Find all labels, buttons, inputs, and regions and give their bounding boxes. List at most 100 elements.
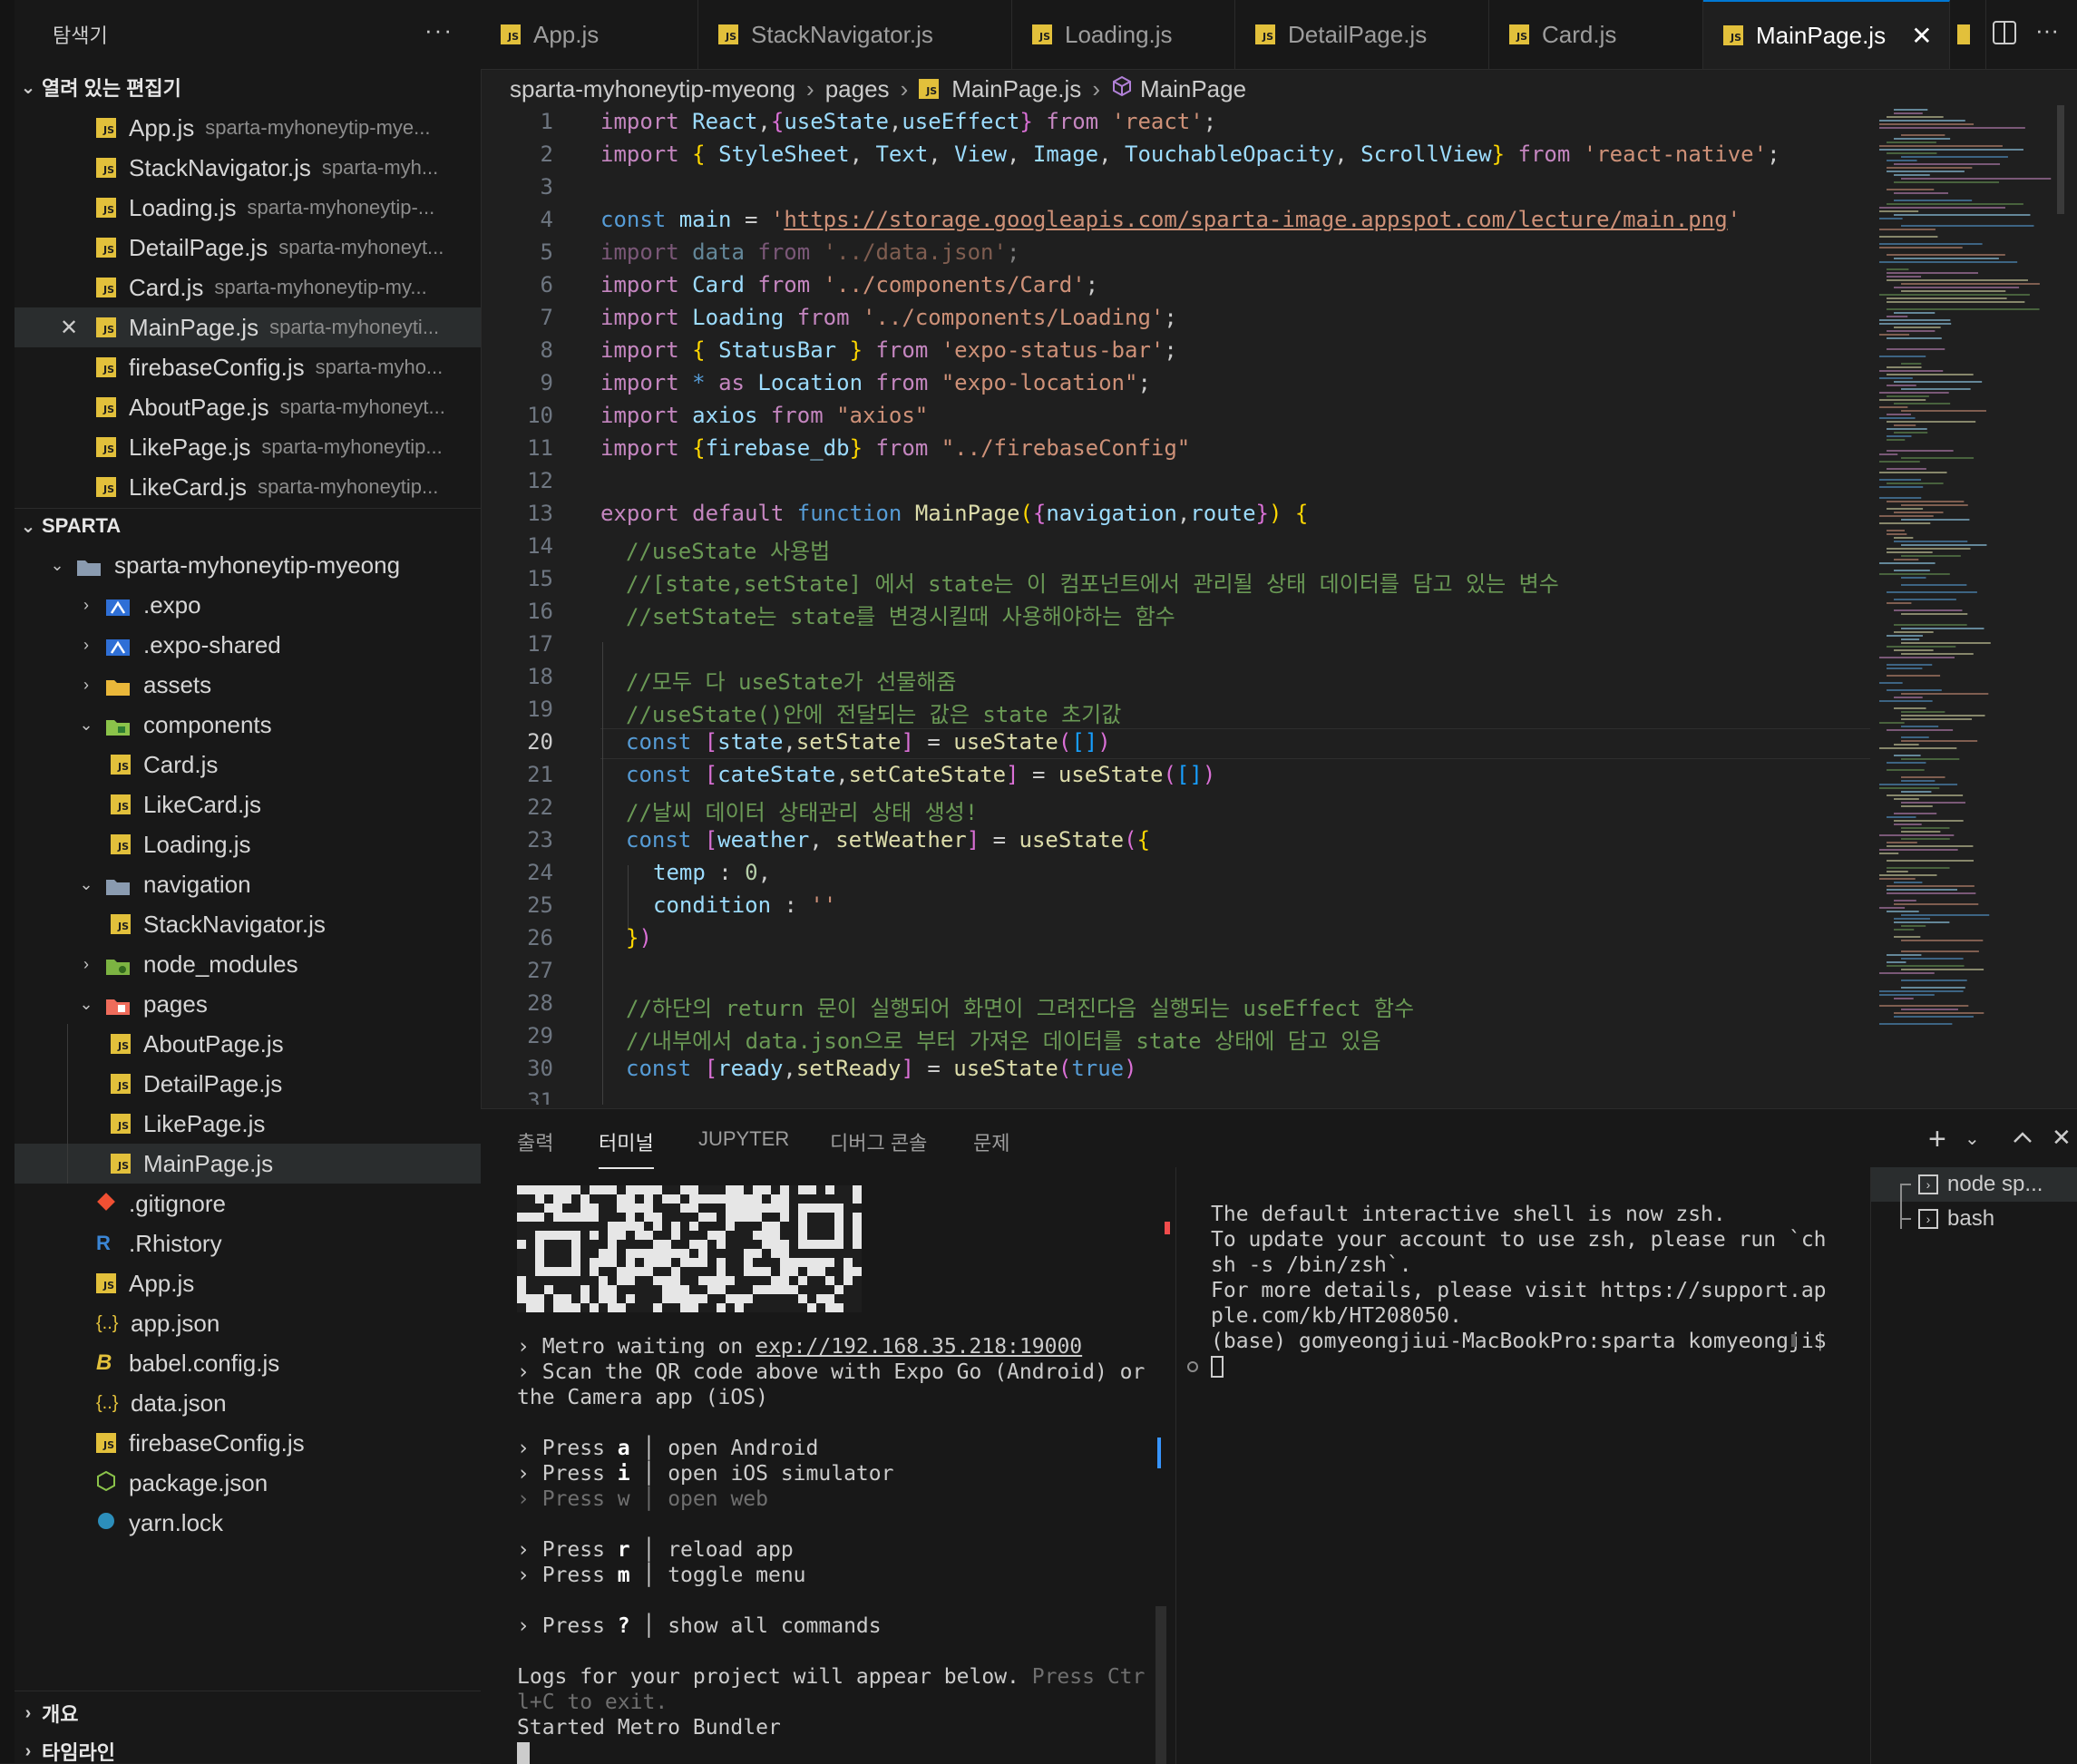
- terminal-right[interactable]: The default interactive shell is now zsh…: [1176, 1167, 1870, 1764]
- terminal-left[interactable]: › Metro waiting on exp://192.168.35.218:…: [481, 1167, 1175, 1764]
- tree-file[interactable]: JS DetailPage.js: [15, 1064, 481, 1104]
- breadcrumb-symbol[interactable]: MainPage: [1140, 75, 1246, 103]
- open-editor-name: Card.js: [129, 273, 204, 301]
- open-editor-item[interactable]: JS firebaseConfig.js sparta-myho...: [15, 347, 481, 387]
- tab-loading-js[interactable]: JS Loading.js: [1012, 0, 1235, 69]
- tree-file[interactable]: {..} data.json: [15, 1383, 481, 1423]
- terminal-item-node[interactable]: › node sp...: [1918, 1167, 2043, 1202]
- tree-folder-root[interactable]: ⌄ sparta-myhoneytip-myeong: [15, 545, 481, 585]
- tab-mainpage-js[interactable]: JS MainPage.js ✕: [1703, 0, 1950, 69]
- panel-tab-output[interactable]: 출력: [517, 1127, 553, 1156]
- tree-folder-assets[interactable]: › assets: [15, 665, 481, 705]
- open-editor-item[interactable]: JS Loading.js sparta-myhoneytip-...: [15, 188, 481, 228]
- qr-module: [590, 1294, 599, 1303]
- panel-tab-debug-console[interactable]: 디버그 콘솔: [830, 1127, 927, 1156]
- minimap-line: [1901, 718, 1973, 720]
- minimap-line: [1887, 348, 1945, 350]
- chevron-up-icon[interactable]: [2012, 1129, 2033, 1152]
- open-editor-item[interactable]: JS AboutPage.js sparta-myhoneyt...: [15, 387, 481, 427]
- qr-module: [653, 1231, 662, 1240]
- open-editor-item[interactable]: JS DetailPage.js sparta-myhoneyt...: [15, 228, 481, 268]
- tree-file[interactable]: JS Loading.js: [15, 824, 481, 864]
- more-actions-icon[interactable]: ···: [2035, 16, 2059, 44]
- tree-file[interactable]: Bbabel.config.js: [15, 1343, 481, 1383]
- breadcrumb-pages[interactable]: pages: [825, 75, 890, 103]
- open-editor-item[interactable]: JS Card.js sparta-myhoneytip-my...: [15, 268, 481, 307]
- minimap-line: [1894, 755, 1921, 756]
- tree-file[interactable]: package.json: [15, 1463, 481, 1503]
- bottom-panel: 출력 터미널 JUPYTER 디버그 콘솔 문제 + ⌄ ✕ › Metro w…: [481, 1108, 2077, 1764]
- open-editor-item[interactable]: JS StackNavigator.js sparta-myh...: [15, 148, 481, 188]
- qr-module: [698, 1267, 707, 1276]
- editor-scrollbar-thumb[interactable]: [2057, 105, 2064, 214]
- tab-overflow[interactable]: [1950, 0, 1986, 69]
- open-editor-item-active[interactable]: ✕ JS MainPage.js sparta-myhoneyti...: [15, 307, 481, 347]
- new-terminal-icon[interactable]: +: [1928, 1122, 1946, 1157]
- tree-file[interactable]: JS App.js: [15, 1263, 481, 1303]
- tree-label: App.js: [129, 1269, 195, 1297]
- project-header[interactable]: ⌄ SPARTA: [15, 508, 481, 544]
- js-file-icon: JS: [111, 1154, 131, 1174]
- minimap-line: [1894, 570, 1930, 571]
- line-number: 5: [540, 239, 553, 265]
- panel-tab-problems[interactable]: 문제: [973, 1127, 1009, 1156]
- tree-folder-expo-shared[interactable]: › .expo-shared: [15, 625, 481, 665]
- metro-url-link[interactable]: exp://192.168.35.218:19000: [756, 1335, 1082, 1359]
- qr-module: [843, 1285, 853, 1294]
- tree-file[interactable]: {..} app.json: [15, 1303, 481, 1343]
- outline-header[interactable]: › 개요: [15, 1695, 481, 1731]
- open-editor-item[interactable]: JS LikePage.js sparta-myhoneytip...: [15, 427, 481, 467]
- panel-tab-jupyter[interactable]: JUPYTER: [698, 1127, 789, 1151]
- tree-file[interactable]: yarn.lock: [15, 1503, 481, 1543]
- json-icon: {..}: [96, 1392, 119, 1413]
- tree-folder-node-modules[interactable]: › node_modules: [15, 944, 481, 984]
- breadcrumb-file[interactable]: MainPage.js: [951, 75, 1081, 103]
- chevron-down-icon[interactable]: ⌄: [1965, 1127, 1980, 1150]
- minimap-line: [1887, 889, 1958, 891]
- close-icon[interactable]: ✕: [1911, 21, 1932, 51]
- tree-file[interactable]: JS Card.js: [15, 745, 481, 785]
- tab-label: MainPage.js: [1756, 21, 1887, 49]
- terminal-item-bash[interactable]: › bash: [1918, 1202, 1994, 1236]
- command-decoration-icon[interactable]: [1187, 1361, 1198, 1372]
- qr-module: [834, 1294, 843, 1303]
- qr-module: [590, 1285, 599, 1294]
- code-line: import React,{useState,useEffect} from '…: [600, 109, 1217, 134]
- tree-file[interactable]: JS AboutPage.js: [15, 1024, 481, 1064]
- breadcrumb-folder[interactable]: sparta-myhoneytip-myeong: [510, 75, 795, 103]
- tree-folder-navigation[interactable]: ⌄ navigation: [15, 864, 481, 904]
- tree-file[interactable]: JS LikeCard.js: [15, 785, 481, 824]
- code-url-link[interactable]: https://storage.googleapis.com/sparta-im…: [784, 207, 1727, 232]
- line-number: 3: [540, 174, 553, 200]
- tab-card-js[interactable]: JS Card.js: [1489, 0, 1703, 69]
- tree-folder-components[interactable]: ⌄ components: [15, 705, 481, 745]
- tree-file[interactable]: JS firebaseConfig.js: [15, 1423, 481, 1463]
- terminal-command-row: › Press a │ open Android: [517, 1437, 819, 1460]
- tab-detailpage-js[interactable]: JS DetailPage.js: [1235, 0, 1489, 69]
- tree-folder-expo[interactable]: › .expo: [15, 585, 481, 625]
- open-editors-header[interactable]: ⌄ 열려 있는 편집기: [15, 69, 481, 105]
- minimap-line: [1887, 468, 1926, 470]
- panel-tab-terminal[interactable]: 터미널: [599, 1127, 654, 1169]
- code-editor[interactable]: 1 2 3 4 5 6 7 8 9 10 11 12 13 14 15 16 17 18 19 20 21 22 23 24 2…: [481, 105, 1877, 1105]
- tab-stacknavigator-js[interactable]: JS StackNavigator.js: [698, 0, 1012, 69]
- split-editor-icon[interactable]: [1992, 20, 2017, 50]
- tab-app-js[interactable]: JS App.js: [481, 0, 698, 69]
- minimap-line: [1901, 827, 1950, 829]
- timeline-header[interactable]: › 타임라인: [15, 1733, 481, 1764]
- tree-file-selected[interactable]: JS MainPage.js: [15, 1144, 481, 1184]
- tree-folder-pages[interactable]: ⌄ pages: [15, 984, 481, 1024]
- terminal-scrollbar-thumb[interactable]: [1156, 1606, 1166, 1764]
- minimap[interactable]: [1877, 105, 2064, 1105]
- close-panel-icon[interactable]: ✕: [2052, 1124, 2072, 1152]
- qr-module: [590, 1222, 599, 1231]
- tree-file[interactable]: R .Rhistory: [15, 1223, 481, 1263]
- js-file-icon: JS: [96, 477, 116, 497]
- open-editor-item[interactable]: JS App.js sparta-myhoneytip-mye...: [15, 108, 481, 148]
- tree-file[interactable]: JS LikePage.js: [15, 1104, 481, 1144]
- close-icon[interactable]: ✕: [60, 315, 83, 341]
- explorer-more-button[interactable]: ···: [424, 16, 453, 44]
- tree-file[interactable]: .gitignore: [15, 1184, 481, 1223]
- tree-file[interactable]: JS StackNavigator.js: [15, 904, 481, 944]
- open-editor-item[interactable]: JS LikeCard.js sparta-myhoneytip...: [15, 467, 481, 507]
